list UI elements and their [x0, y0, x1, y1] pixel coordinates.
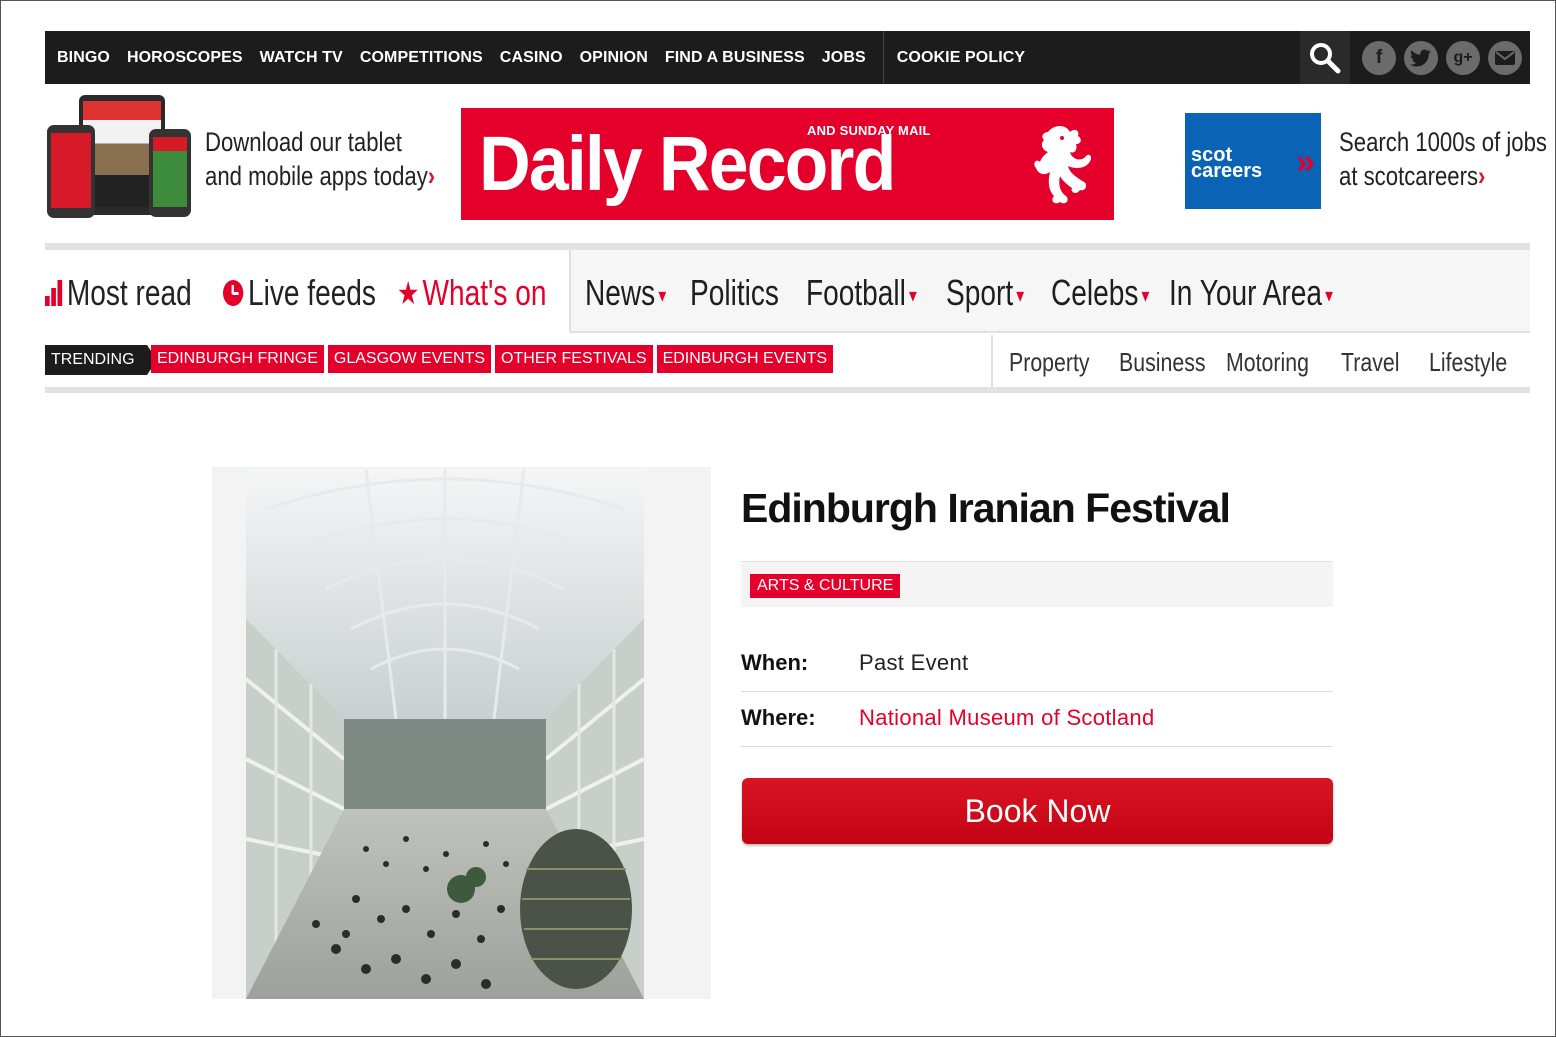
nav-sport[interactable]: Sport ▾: [946, 272, 1024, 314]
nav-travel[interactable]: Travel: [1341, 347, 1399, 378]
nav-celebs[interactable]: Celebs ▾: [1051, 272, 1149, 314]
category-badge[interactable]: ARTS & CULTURE: [750, 574, 901, 598]
where-label: Where:: [741, 705, 816, 730]
jobs-promo[interactable]: Search 1000s of jobs at scotcareers›: [1339, 125, 1547, 193]
search-icon: [1310, 42, 1341, 73]
nav-casino[interactable]: CASINO: [500, 49, 563, 67]
category-row: ARTS & CULTURE: [741, 561, 1333, 607]
nav-politics-label: Politics: [690, 272, 779, 313]
nav-business[interactable]: Business: [1119, 347, 1206, 378]
search-button[interactable]: [1300, 31, 1350, 84]
book-now-button[interactable]: Book Now: [742, 778, 1333, 844]
apps-promo[interactable]: Download our tablet and mobile apps toda…: [45, 95, 445, 220]
nav-find-a-business[interactable]: FIND A BUSINESS: [665, 49, 805, 67]
quick-links: Most read Live feeds ★ What's on: [45, 250, 571, 333]
email-icon[interactable]: [1488, 40, 1522, 75]
trending-tag-glasgow-events[interactable]: GLASGOW EVENTS: [327, 345, 492, 373]
nav-divider: [45, 243, 1530, 250]
nav-most-read[interactable]: Most read: [45, 272, 192, 314]
scotcareers-logo[interactable]: scot careers »: [1185, 113, 1321, 209]
utility-nav: BINGO HOROSCOPES WATCH TV COMPETITIONS C…: [45, 31, 1042, 84]
scotcareers-line2: careers: [1191, 160, 1263, 182]
nav-most-read-label: Most read: [66, 272, 192, 313]
nav-motoring[interactable]: Motoring: [1226, 347, 1309, 378]
nav-lifestyle[interactable]: Lifestyle: [1429, 347, 1507, 378]
caret-down-icon: ▾: [1016, 284, 1025, 307]
site-logo[interactable]: AND SUNDAY MAIL Daily Record: [461, 108, 1114, 220]
caret-down-icon: ▾: [909, 284, 917, 307]
event-title: Edinburgh Iranian Festival: [741, 485, 1231, 531]
nav-cookie-policy[interactable]: COOKIE POLICY: [897, 49, 1025, 67]
caret-down-icon: ▾: [658, 284, 667, 307]
when-value: Past Event: [859, 650, 969, 675]
logo-wordmark: Daily Record: [479, 121, 896, 207]
nav-bingo[interactable]: BINGO: [57, 49, 110, 67]
when-label: When:: [741, 650, 809, 675]
clock-icon: [223, 280, 244, 306]
bar-chart-icon: [45, 280, 63, 306]
trending-tag-edinburgh-fringe[interactable]: EDINBURGH FRINGE: [151, 345, 324, 373]
nav-in-your-area[interactable]: In Your Area ▾: [1169, 272, 1333, 314]
trending-tag-other-festivals[interactable]: OTHER FESTIVALS: [495, 345, 653, 373]
star-icon: ★: [397, 275, 420, 311]
nav-news-label: News: [585, 272, 656, 313]
caret-down-icon: ▾: [1141, 284, 1150, 307]
jobs-promo-line1: Search 1000s of jobs: [1339, 127, 1548, 157]
lion-rampant-icon: [1034, 126, 1092, 204]
nav-divider: [45, 387, 1530, 393]
social-links: f g+: [1362, 31, 1522, 84]
trending-tag-edinburgh-events[interactable]: EDINBURGH EVENTS: [656, 345, 834, 373]
scotcareers-wordmark: scot careers: [1191, 145, 1263, 182]
nav-news[interactable]: News ▾: [585, 272, 666, 314]
nav-watch-tv[interactable]: WATCH TV: [260, 49, 343, 67]
nav-divider: [882, 31, 884, 84]
chevron-right-icon: ›: [427, 161, 436, 191]
apps-promo-line1: Download our tablet: [205, 127, 402, 157]
nav-football-label: Football: [806, 272, 906, 313]
nav-live-feeds[interactable]: Live feeds: [223, 272, 376, 314]
nav-property[interactable]: Property: [1009, 347, 1090, 378]
event-photo: [246, 469, 644, 999]
double-chevron-icon: »: [1296, 143, 1315, 181]
devices-image: [45, 95, 191, 220]
trending-bar: TRENDING EDINBURGH FRINGE GLASGOW EVENTS…: [45, 335, 1530, 387]
caret-down-icon: ▾: [1325, 284, 1333, 307]
nav-football[interactable]: Football ▾: [806, 272, 917, 314]
nav-sport-label: Sport: [946, 272, 1014, 313]
nav-horoscopes[interactable]: HOROSCOPES: [127, 49, 243, 67]
nav-politics[interactable]: Politics: [690, 272, 779, 314]
event-image-frame: [212, 467, 711, 999]
nav-celebs-label: Celebs: [1051, 272, 1139, 313]
nav-jobs[interactable]: JOBS: [822, 49, 866, 67]
secondary-nav: Property Business Motoring Travel Lifest…: [991, 335, 1530, 387]
top-utility-bar: BINGO HOROSCOPES WATCH TV COMPETITIONS C…: [45, 31, 1530, 84]
google-plus-icon[interactable]: g+: [1446, 40, 1480, 75]
trending-tags: EDINBURGH FRINGE GLASGOW EVENTS OTHER FE…: [151, 345, 834, 373]
when-row: When: Past Event: [741, 638, 1333, 692]
nav-live-feeds-label: Live feeds: [247, 272, 376, 313]
trending-label: TRENDING: [45, 345, 157, 375]
apps-promo-text: Download our tablet and mobile apps toda…: [205, 125, 435, 193]
nav-opinion[interactable]: OPINION: [580, 49, 648, 67]
nav-whats-on[interactable]: ★ What's on: [397, 272, 546, 314]
chevron-right-icon: ›: [1478, 161, 1486, 191]
nav-whats-on-label: What's on: [422, 272, 547, 313]
venue-link[interactable]: National Museum of Scotland: [859, 705, 1154, 731]
twitter-icon[interactable]: [1404, 40, 1438, 75]
nav-competitions[interactable]: COMPETITIONS: [360, 49, 483, 67]
jobs-promo-line2: at scotcareers: [1339, 161, 1479, 191]
main-nav: Most read Live feeds ★ What's on News ▾ P…: [45, 250, 1530, 333]
facebook-icon[interactable]: f: [1362, 40, 1396, 75]
nav-in-your-area-label: In Your Area: [1169, 272, 1323, 313]
apps-promo-line2: and mobile apps today: [205, 161, 428, 191]
where-row: Where: National Museum of Scotland: [741, 693, 1333, 747]
